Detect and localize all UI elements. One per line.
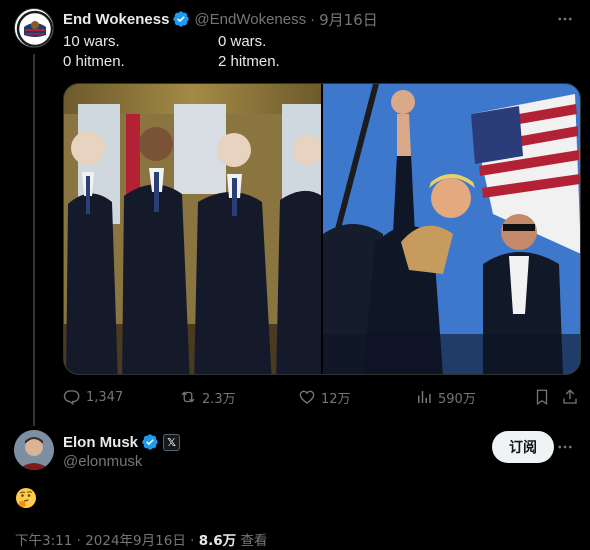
repost-icon: [181, 391, 195, 403]
reply-view-label: 查看: [240, 533, 268, 549]
end-wokeness-logo-icon: [15, 9, 53, 47]
tweet-header: End Wokeness @EndWokeness · 9月16日: [63, 9, 378, 29]
views-button[interactable]: 590万: [415, 387, 476, 407]
reply-meta: 下午3:11 · 2024年9月16日 · 8.6万 查看: [15, 529, 267, 549]
bookmark-button[interactable]: [533, 387, 556, 407]
thinking-face-icon: [16, 488, 36, 508]
thinking-face-emoji: [15, 487, 37, 509]
reply-count: 1,347: [86, 389, 124, 405]
thread-connector-line: [33, 54, 35, 426]
tweet-text-right: 0 wars. 2 hitmen.: [218, 33, 280, 70]
heart-icon: [299, 390, 315, 404]
reply-more-options-icon[interactable]: [554, 436, 576, 458]
trump-rally-photo[interactable]: [323, 84, 580, 374]
repost-button[interactable]: 2.3万: [179, 387, 236, 407]
reply-view-count: 8.6万: [198, 533, 237, 549]
share-icon: [563, 389, 577, 404]
author-name[interactable]: End Wokeness: [63, 11, 169, 28]
reply-author-name[interactable]: Elon Musk: [63, 434, 138, 451]
like-button[interactable]: 12万: [298, 387, 351, 407]
reply-author-handle[interactable]: @elonmusk: [63, 453, 142, 470]
subscribe-button[interactable]: 订阅: [492, 431, 554, 463]
views-chart-icon: [418, 391, 431, 403]
like-count: 12万: [321, 391, 351, 407]
view-count: 590万: [438, 391, 476, 407]
bookmark-icon: [536, 389, 548, 406]
four-presidents-photo[interactable]: [64, 84, 321, 374]
reply-timestamp[interactable]: 下午3:11 · 2024年9月16日: [15, 533, 186, 549]
tweet-text-left: 10 wars. 0 hitmen.: [63, 33, 125, 70]
reply-icon: [63, 390, 80, 406]
repost-count: 2.3万: [202, 391, 236, 407]
reply-button[interactable]: 1,347: [63, 387, 123, 407]
separator-dot: ·: [310, 10, 316, 28]
end-wokeness-avatar[interactable]: [14, 8, 54, 48]
tweet-timestamp[interactable]: 9月16日: [319, 9, 378, 30]
share-button[interactable]: [561, 387, 584, 407]
verified-badge-icon[interactable]: [141, 433, 159, 451]
reply-header: Elon Musk 𝕏: [63, 432, 181, 452]
x-affiliate-badge-icon[interactable]: 𝕏: [163, 433, 181, 451]
author-handle[interactable]: @EndWokeness: [194, 11, 306, 28]
tweet-action-bar: 1,347 2.3万 12万 590万: [63, 387, 581, 407]
elon-musk-avatar[interactable]: [14, 430, 54, 470]
more-options-icon[interactable]: [554, 8, 576, 30]
verified-badge-icon[interactable]: [172, 10, 190, 28]
tweet-media-grid: [63, 83, 581, 375]
separator-dot: ·: [190, 533, 195, 549]
